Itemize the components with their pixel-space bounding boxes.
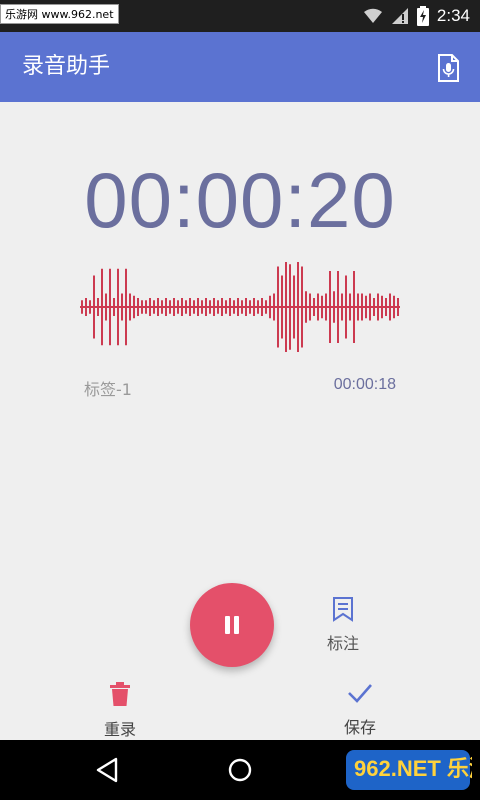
wifi-icon: [363, 8, 382, 23]
bookmark-icon: [333, 597, 353, 622]
site-logo: 962.NET 乐游网: [346, 750, 472, 790]
status-icons: 2:34: [363, 0, 470, 32]
mark-button[interactable]: 标注: [320, 596, 366, 656]
waveform: [80, 262, 400, 352]
svg-text:962.NET 乐游网: 962.NET 乐游网: [354, 756, 472, 781]
bottom-action-bar: 重录 保存: [0, 672, 480, 740]
app-title: 录音助手: [22, 54, 111, 79]
rerecord-label: 重录: [103, 720, 136, 739]
clock-time: 2:34: [436, 6, 470, 25]
elapsed-timer: 00:00:20: [84, 156, 396, 244]
save-label: 保存: [343, 718, 376, 737]
home-button[interactable]: [224, 754, 256, 786]
trash-icon: [110, 682, 130, 706]
recordings-button[interactable]: [432, 52, 464, 84]
system-nav-bar: 962.NET 乐游网: [0, 740, 480, 800]
app-bar: 录音助手: [0, 32, 480, 102]
battery-charging-icon: [416, 6, 429, 26]
status-bar: 乐游网 www.962.net 2:34: [0, 0, 480, 32]
pause-button[interactable]: [190, 583, 274, 667]
home-icon: [228, 758, 252, 782]
marker-time: 00:00:18: [333, 376, 396, 393]
back-button[interactable]: [92, 754, 124, 786]
mark-label: 标注: [326, 634, 359, 653]
mic-file-icon: [438, 54, 459, 82]
rerecord-button[interactable]: 重录: [80, 682, 160, 740]
watermark-text: 乐游网 www.962.net: [0, 4, 119, 24]
waveform-baseline: [80, 306, 400, 308]
back-icon: [96, 757, 118, 783]
save-button[interactable]: 保存: [320, 682, 400, 738]
signal-icon: [391, 8, 408, 24]
check-icon: [348, 684, 372, 703]
marker-name: 标签-1: [84, 380, 132, 399]
